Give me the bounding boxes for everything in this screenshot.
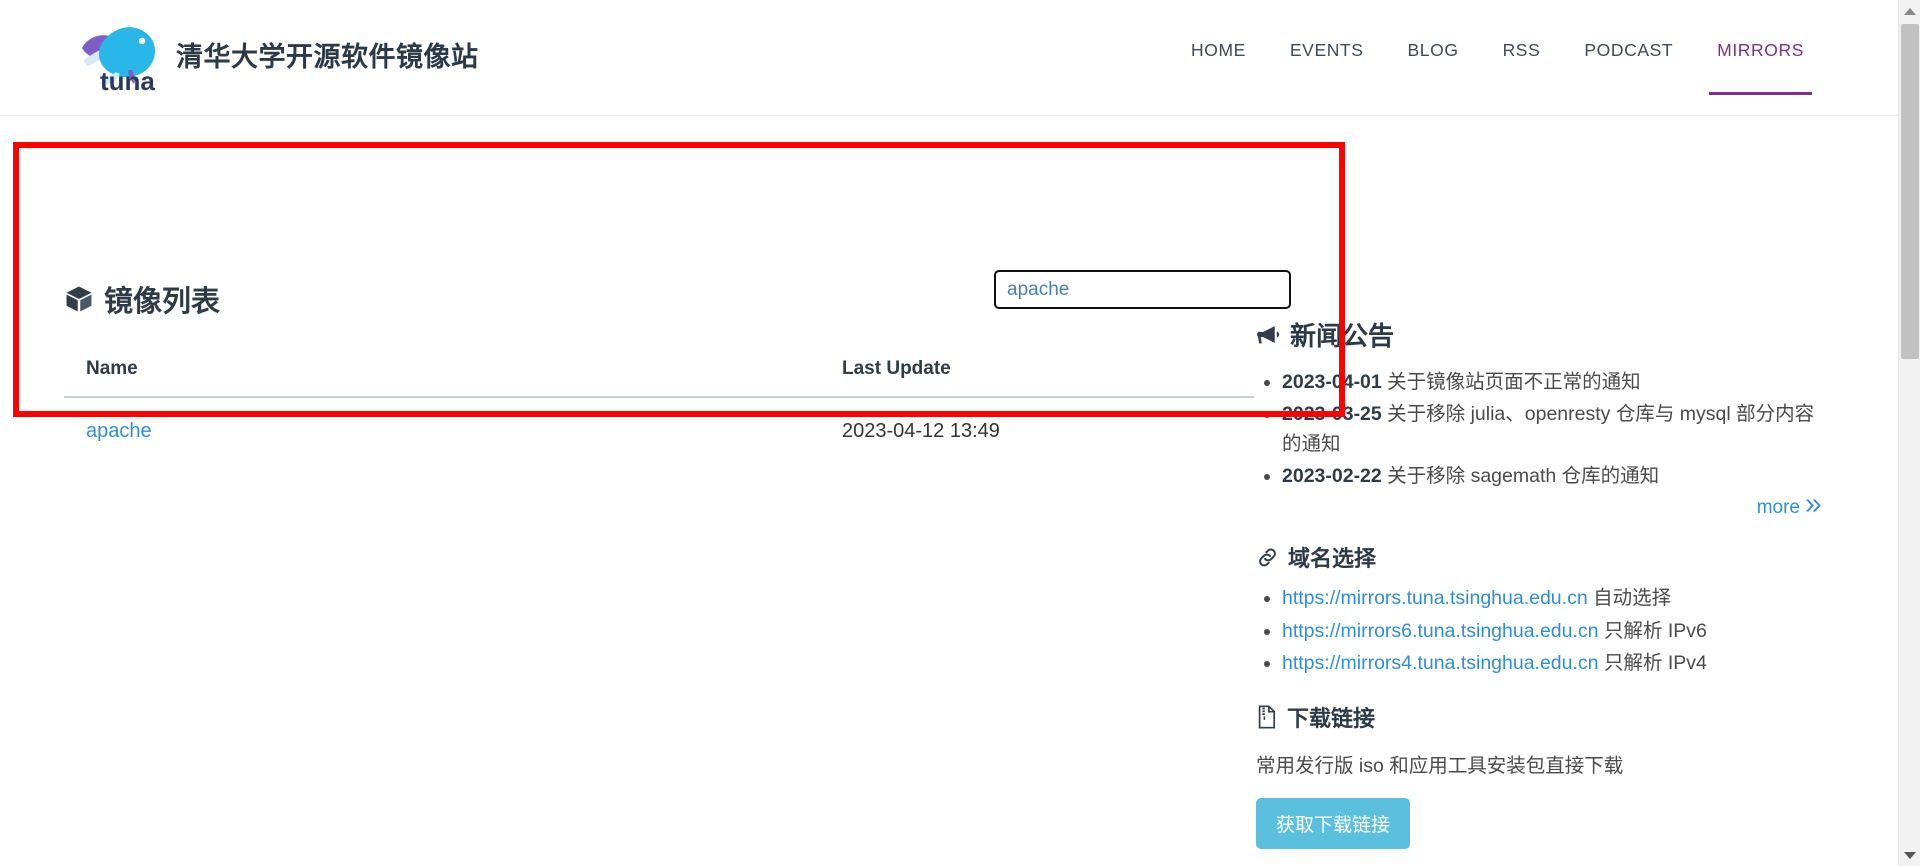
mirror-list-header-row: 镜像列表 [64, 270, 1291, 330]
get-download-link-button[interactable]: 获取下载链接 [1256, 797, 1411, 849]
page-content: tuna 清华大学开源软件镜像站 HOME EVENTS BLOG RSS PO… [0, 0, 1898, 866]
site-header: tuna 清华大学开源软件镜像站 HOME EVENTS BLOG RSS PO… [0, 0, 1898, 116]
domain-link-ipv4[interactable]: https://mirrors4.tuna.tsinghua.edu.cn [1282, 652, 1599, 674]
list-item: https://mirrors6.tuna.tsinghua.edu.cn 只解… [1282, 616, 1826, 647]
list-item: https://mirrors.tuna.tsinghua.edu.cn 自动选… [1282, 583, 1826, 614]
cell-last-update: 2023-04-12 13:49 [842, 420, 1000, 442]
browser-viewport: tuna 清华大学开源软件镜像站 HOME EVENTS BLOG RSS PO… [0, 0, 1920, 866]
table-header-row: Name Last Update [64, 358, 1254, 398]
scroll-up-button[interactable] [1899, 0, 1920, 22]
download-title-text: 下载链接 [1287, 705, 1376, 731]
caret-down-icon [1904, 851, 1916, 859]
caret-up-icon [1904, 7, 1916, 15]
vertical-scrollbar[interactable] [1898, 0, 1920, 866]
download-section-title: 下载链接 [1256, 701, 1826, 733]
cube-icon [64, 284, 94, 314]
domain-section-title: 域名选择 [1256, 541, 1826, 573]
header-divider [0, 115, 1898, 116]
domain-title-text: 域名选择 [1288, 546, 1377, 571]
tuna-logo-icon: tuna [82, 27, 155, 94]
column-header-name[interactable]: Name [64, 358, 820, 398]
mirror-list-title-text: 镜像列表 [104, 286, 221, 318]
news-more-label: more [1756, 497, 1800, 518]
brand-title: 清华大学开源软件镜像站 [176, 41, 479, 72]
mirror-search-input[interactable] [994, 270, 1291, 309]
domain-note: 只解析 IPv4 [1603, 652, 1707, 674]
news-title-text: 新闻公告 [1290, 321, 1395, 351]
site-brand[interactable]: tuna 清华大学开源软件镜像站 [64, 14, 479, 94]
list-item[interactable]: 2023-04-01 关于镜像站页面不正常的通知 [1282, 367, 1826, 397]
list-item: https://mirrors4.tuna.tsinghua.edu.cn 只解… [1282, 648, 1826, 679]
scroll-down-button[interactable] [1899, 844, 1920, 866]
mirror-link-apache[interactable]: apache [86, 420, 152, 442]
news-date: 2023-04-01 [1282, 371, 1382, 393]
download-description: 常用发行版 iso 和应用工具安装包直接下载 [1256, 754, 1624, 777]
scrollbar-thumb[interactable] [1901, 24, 1919, 359]
mirror-table: Name Last Update apache 2023-04-12 13:49 [64, 358, 1254, 443]
nav-item-rss[interactable]: RSS [1481, 0, 1563, 112]
nav-item-podcast[interactable]: PODCAST [1562, 0, 1695, 112]
news-more-row: more [1256, 497, 1826, 519]
sidebar: 新闻公告 2023-04-01 关于镜像站页面不正常的通知 2023-03-25… [1256, 316, 1826, 866]
domain-list: https://mirrors.tuna.tsinghua.edu.cn 自动选… [1256, 583, 1826, 679]
domain-note: 只解析 IPv6 [1603, 619, 1707, 642]
svg-text:tuna: tuna [100, 66, 155, 94]
megaphone-icon [1256, 322, 1281, 347]
list-item[interactable]: 2023-02-22 关于移除 sagemath 仓库的通知 [1282, 461, 1826, 491]
list-item[interactable]: 2023-03-25 关于移除 julia、openresty 仓库与 mysq… [1282, 399, 1826, 459]
news-text: 关于镜像站页面不正常的通知 [1387, 371, 1641, 393]
domain-link-auto[interactable]: https://mirrors.tuna.tsinghua.edu.cn [1282, 587, 1588, 609]
nav-item-events[interactable]: EVENTS [1268, 0, 1386, 112]
link-icon [1256, 546, 1279, 569]
nav-item-home[interactable]: HOME [1169, 0, 1268, 112]
file-zip-icon [1256, 704, 1278, 729]
main-nav: HOME EVENTS BLOG RSS PODCAST MIRRORS [1169, 0, 1826, 112]
news-date: 2023-03-25 [1282, 403, 1382, 425]
domain-note: 自动选择 [1593, 587, 1672, 609]
news-text: 关于移除 sagemath 仓库的通知 [1387, 465, 1660, 487]
table-row: apache 2023-04-12 13:49 [64, 397, 1254, 443]
nav-item-blog[interactable]: BLOG [1386, 0, 1481, 112]
mirror-list-section: 镜像列表 Name Last Update apache [64, 270, 1291, 443]
news-date: 2023-02-22 [1282, 465, 1382, 487]
double-chevron-right-icon [1805, 497, 1822, 519]
news-more-link[interactable]: more [1757, 497, 1822, 519]
news-section-title: 新闻公告 [1256, 316, 1826, 353]
mirror-list-title: 镜像列表 [64, 278, 220, 320]
nav-item-mirrors[interactable]: MIRRORS [1695, 0, 1826, 112]
column-header-last-update[interactable]: Last Update [820, 358, 1254, 398]
domain-link-ipv6[interactable]: https://mirrors6.tuna.tsinghua.edu.cn [1282, 620, 1599, 642]
cell-mirror-name: apache [64, 397, 820, 443]
news-list: 2023-04-01 关于镜像站页面不正常的通知 2023-03-25 关于移除… [1256, 367, 1826, 491]
